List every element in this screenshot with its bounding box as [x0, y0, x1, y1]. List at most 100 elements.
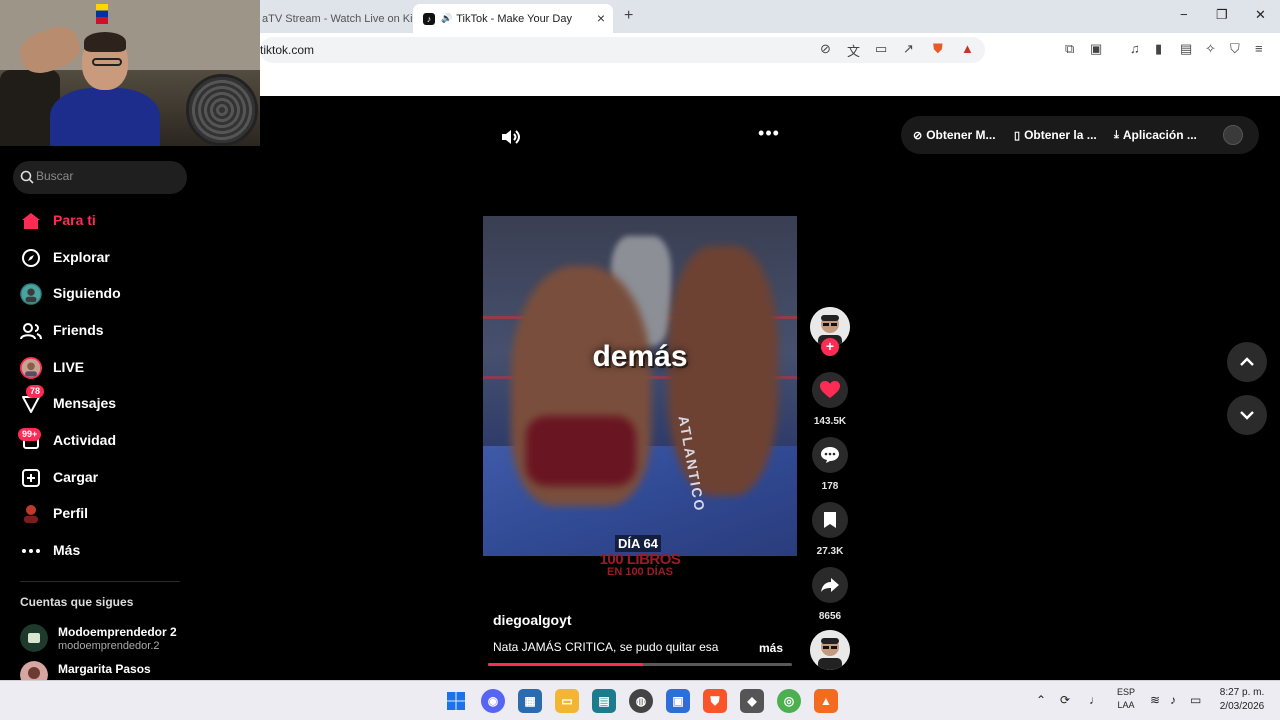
home-icon [20, 211, 42, 231]
webcam-person-shirt [50, 88, 160, 146]
nav-item-actividad[interactable]: 99+ Actividad [16, 426, 196, 456]
fighter-figure [511, 266, 651, 506]
like-button[interactable] [812, 372, 848, 408]
save-button[interactable] [812, 502, 848, 538]
brave-browser-icon[interactable]: ⛊ [703, 689, 727, 713]
nav-item-perfil[interactable]: Perfil [16, 499, 196, 529]
app-icon[interactable]: ▤ [592, 689, 616, 713]
nav-item-para-ti[interactable]: Para ti [16, 206, 196, 236]
obs-icon[interactable]: ◍ [629, 689, 653, 713]
follow-plus-button[interactable]: + [821, 338, 839, 356]
webcam-person-hair [84, 32, 126, 52]
microphone-icon[interactable]: ♩ [1089, 693, 1101, 707]
window-close-button[interactable]: ✕ [1255, 7, 1266, 23]
video-player[interactable]: ••• ATLANTICO demás DÍA 64 100 LIBROS EN… [483, 96, 797, 670]
omnibox[interactable]: tiktok.com ⊘ 文 ▭ ↗ ⛊ ▲ [260, 37, 985, 63]
vpn-icon[interactable]: ⛉ [1230, 41, 1240, 57]
reader-icon[interactable]: ▣ [1090, 41, 1102, 57]
chrome-icon[interactable]: ◎ [777, 689, 801, 713]
new-tab-button[interactable]: + [624, 7, 633, 25]
file-explorer-icon[interactable]: ▭ [555, 689, 579, 713]
more-options-icon[interactable]: ••• [757, 124, 781, 148]
tab-tiktok-label: TikTok - Make Your Day [456, 12, 572, 25]
nav-item-mas[interactable]: Más [16, 536, 196, 566]
nav-label-actividad: Actividad [53, 432, 117, 448]
tray-chevron-icon[interactable]: ⌃ [1036, 693, 1046, 707]
brave-shields-icon[interactable]: ⛊ [933, 41, 943, 57]
wallet-icon[interactable]: ▤ [1180, 41, 1192, 57]
nav-item-mensajes[interactable]: 78 Mensajes [16, 385, 196, 419]
url-text[interactable]: tiktok.com [260, 43, 314, 57]
video-progress-fill [488, 663, 644, 666]
share-button[interactable] [812, 567, 848, 603]
get-app-link[interactable]: ▯ Obtener la ... [1014, 128, 1097, 142]
menu-icon[interactable]: ≡ [1255, 41, 1263, 56]
video-author[interactable]: diegoalgoyt [493, 612, 572, 628]
windows-taskbar: ◉ ▦ ▭ ▤ ◍ ▣ ⛊ ◆ ◎ ▲ ⌃ ⟳ ♩ ≋ ♪ ▭ [0, 680, 1280, 720]
heart-icon [820, 381, 840, 398]
nav-item-friends[interactable]: Friends [16, 316, 196, 346]
restore-button[interactable]: ❐ [1216, 7, 1228, 23]
sidebar-toggle-icon[interactable]: ▮ [1155, 41, 1162, 57]
webcam-person-glasses [92, 58, 122, 66]
cast-icon[interactable]: ▭ [875, 41, 887, 57]
discord-icon[interactable]: ◉ [481, 689, 505, 713]
search-input[interactable] [36, 169, 176, 183]
description-more-button[interactable]: más [759, 641, 783, 655]
tab-audio-icon[interactable]: 🔊 [441, 13, 452, 24]
tray-sync-icon[interactable]: ⟳ [1060, 693, 1070, 707]
volume-icon[interactable] [499, 126, 521, 148]
user-avatar[interactable] [1223, 125, 1243, 145]
nav-item-siguiendo[interactable]: Siguiendo [16, 279, 196, 309]
language-layout: LAA [1117, 700, 1135, 710]
following-title: Cuentas que sigues [20, 595, 134, 609]
close-tab-button[interactable]: × [597, 10, 605, 26]
media-icon[interactable]: ♫ [1130, 41, 1140, 56]
video-progress-bar[interactable] [488, 663, 792, 666]
top-actions-pill: ⊘ Obtener M... ▯ Obtener la ... ⤓ Aplicació… [901, 116, 1259, 154]
nav-item-explorar[interactable]: Explorar [16, 243, 196, 273]
search-box[interactable] [13, 161, 187, 194]
language-indicator[interactable]: ESP LAA [1114, 686, 1138, 712]
comment-button[interactable] [812, 437, 848, 473]
webcam-fan [186, 74, 258, 146]
wifi-icon[interactable]: ≋ [1150, 693, 1160, 707]
camera-off-icon[interactable]: ⊘ [820, 41, 831, 57]
leo-ai-icon[interactable]: ✧ [1205, 41, 1216, 57]
tab-kick[interactable]: aTV Stream - Watch Live on Kick [260, 4, 424, 33]
phone-icon: ▯ [1014, 129, 1021, 142]
following-avatar-icon [20, 283, 42, 305]
store-icon[interactable]: ▦ [518, 689, 542, 713]
share-icon[interactable]: ↗ [903, 41, 914, 57]
account-name: Margarita Pasos [58, 662, 151, 676]
app-icon[interactable]: ▣ [666, 689, 690, 713]
nav-label-mensajes: Mensajes [53, 395, 117, 411]
windows-start-icon[interactable] [444, 689, 468, 713]
previous-video-button[interactable] [1227, 342, 1267, 382]
following-account[interactable]: Modoemprendedor 2 modoemprendedor.2 [20, 622, 220, 656]
activity-badge: 99+ [18, 428, 42, 441]
get-coins-link[interactable]: ⊘ Obtener M... [913, 128, 996, 142]
battery-icon[interactable]: ▭ [1190, 693, 1201, 707]
chevron-down-icon [1240, 411, 1254, 420]
roblox-icon[interactable]: ◆ [740, 689, 764, 713]
nav-label-siguiendo: Siguiendo [53, 285, 121, 301]
tab-tiktok[interactable]: ♪ 🔊 TikTok - Make Your Day × [413, 4, 613, 33]
minimize-button[interactable]: − [1180, 7, 1188, 22]
next-video-button[interactable] [1227, 395, 1267, 435]
app-icon[interactable]: ▲ [814, 689, 838, 713]
nav-item-live[interactable]: LIVE [16, 353, 196, 383]
speaker-icon[interactable]: ♪ [1170, 693, 1176, 707]
webcam-overlay [0, 0, 260, 146]
brave-rewards-icon[interactable]: ▲ [961, 41, 974, 56]
system-clock[interactable]: 8:27 p. m. 2/03/2026 [1212, 686, 1272, 714]
nav-item-cargar[interactable]: Cargar [16, 463, 196, 493]
translate-icon[interactable]: 文 [847, 41, 860, 60]
tiktok-favicon-icon: ♪ [423, 12, 435, 25]
share-count: 8656 [818, 611, 842, 622]
webcam-flag [96, 4, 108, 24]
desktop-app-link[interactable]: ⤓ Aplicación ... [1114, 128, 1197, 142]
music-disc-avatar[interactable] [810, 630, 850, 670]
chevron-up-icon [1240, 357, 1254, 366]
extensions-icon[interactable]: ⧉ [1065, 41, 1074, 57]
